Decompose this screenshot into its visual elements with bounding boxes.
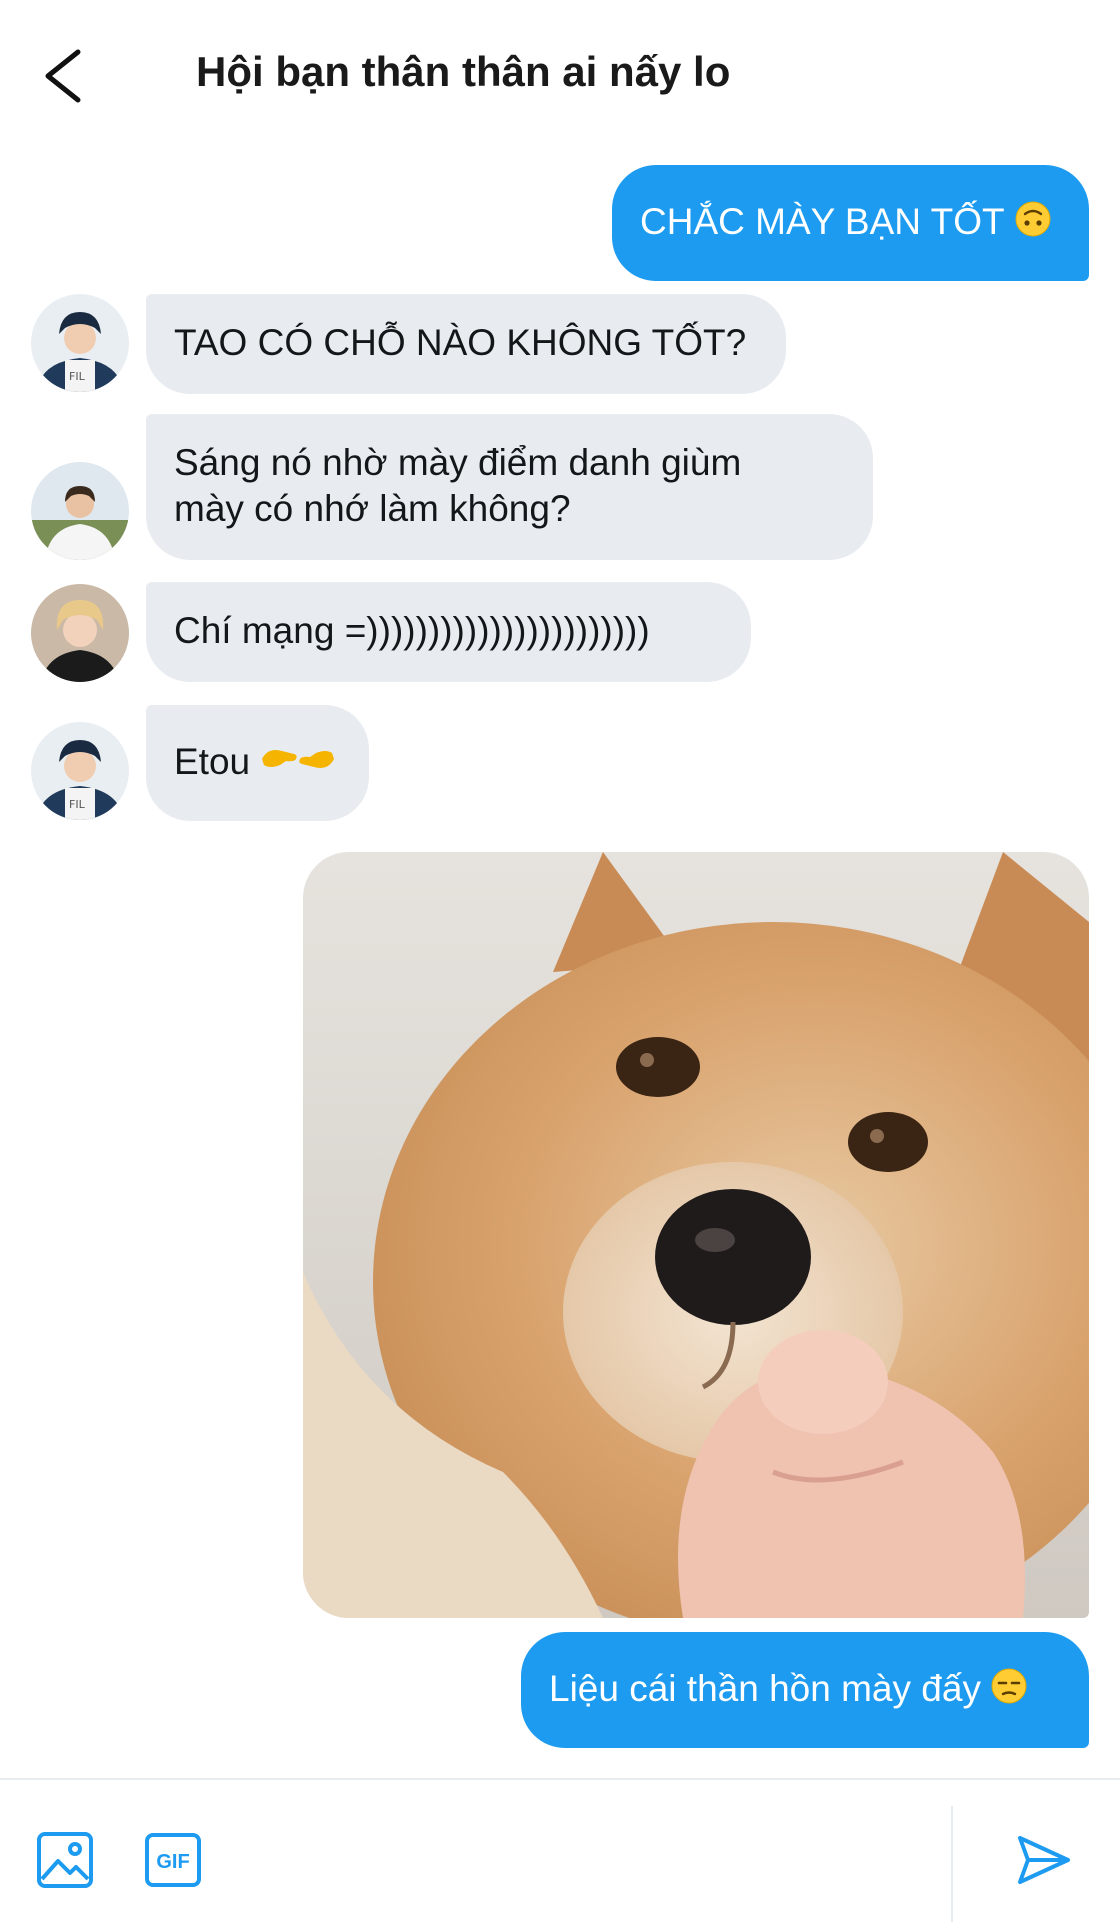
message-text: Etou xyxy=(174,741,251,782)
avatar[interactable] xyxy=(31,462,129,560)
chat-header: Hội bạn thân thân ai nấy lo xyxy=(0,0,1120,150)
image-icon[interactable] xyxy=(36,1831,94,1889)
gif-icon[interactable]: GIF xyxy=(144,1832,202,1888)
send-icon[interactable] xyxy=(1014,1830,1074,1890)
avatar[interactable]: FIL xyxy=(31,294,129,392)
unamused-face-emoji-icon xyxy=(991,1668,1027,1715)
message-text: Liệu cái thần hồn mày đấy xyxy=(549,1668,981,1709)
avatar[interactable]: FIL xyxy=(31,722,129,820)
message-text: Chí mạng =))))))))))))))))))))))) xyxy=(174,610,650,651)
message-bubble-incoming[interactable]: Chí mạng =))))))))))))))))))))))) xyxy=(146,582,751,682)
message-text-line: mày có nhớ làm không? xyxy=(174,488,571,529)
composer-toolbar: GIF xyxy=(0,1778,1120,1922)
upside-down-face-emoji-icon xyxy=(1015,201,1051,248)
gif-label: GIF xyxy=(156,1851,189,1873)
pointing-fingers-emoji-icon xyxy=(260,741,336,788)
message-bubble-incoming[interactable]: Etou xyxy=(146,705,369,821)
message-text-line: Sáng nó nhờ mày điểm danh giùm xyxy=(174,442,742,483)
message-bubble-outgoing[interactable]: CHẮC MÀY BẠN TỐT xyxy=(612,165,1089,281)
message-bubble-incoming[interactable]: TAO CÓ CHỖ NÀO KHÔNG TỐT? xyxy=(146,294,786,394)
svg-text:FIL: FIL xyxy=(69,798,86,811)
message-bubble-outgoing[interactable]: Liệu cái thần hồn mày đấy xyxy=(521,1632,1089,1748)
avatar[interactable] xyxy=(31,584,129,682)
message-text: CHẮC MÀY BẠN TỐT xyxy=(640,201,1005,242)
message-text: TAO CÓ CHỖ NÀO KHÔNG TỐT? xyxy=(174,322,747,363)
divider xyxy=(951,1806,953,1922)
back-arrow-icon[interactable] xyxy=(38,44,98,108)
message-bubble-incoming[interactable]: Sáng nó nhờ mày điểm danh giùm mày có nh… xyxy=(146,414,873,560)
svg-text:FIL: FIL xyxy=(69,370,86,383)
conversation-title: Hội bạn thân thân ai nấy lo xyxy=(196,48,731,95)
shiba-dog-meme-image[interactable] xyxy=(303,852,1089,1618)
